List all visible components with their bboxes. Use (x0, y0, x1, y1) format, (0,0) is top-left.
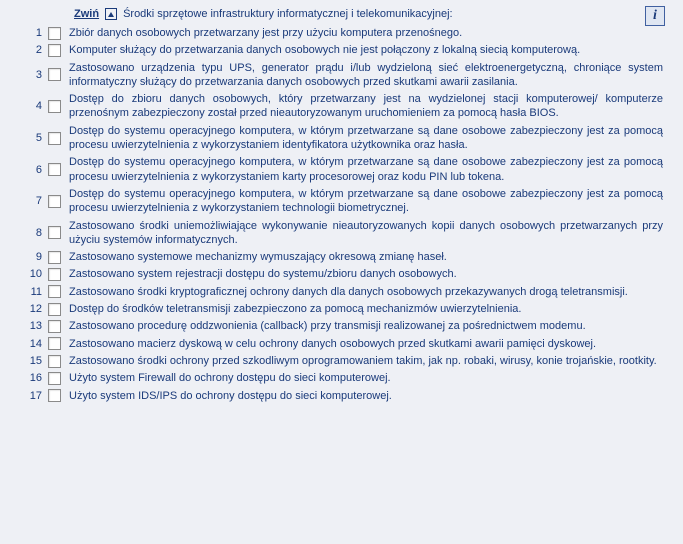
item-number: 14 (14, 337, 48, 351)
item-number: 1 (14, 26, 48, 40)
item-text: Zastosowano procedurę oddzwonienia (call… (69, 319, 669, 333)
item-checkbox[interactable] (48, 226, 61, 239)
list-item: 3 Zastosowano urządzenia typu UPS, genera… (14, 61, 669, 90)
list-item: 1 Zbiór danych osobowych przetwarzany jes… (14, 26, 669, 40)
item-checkbox[interactable] (48, 285, 61, 298)
item-checkbox[interactable] (48, 389, 61, 402)
list-item: 17 Użyto system IDS/IPS do ochrony dostęp… (14, 389, 669, 403)
item-text: Dostęp do środków teletransmisji zabezpi… (69, 302, 669, 316)
item-checkbox[interactable] (48, 68, 61, 81)
item-text: Zbiór danych osobowych przetwarzany jest… (69, 26, 669, 40)
item-number: 12 (14, 302, 48, 316)
list-item: 4 Dostęp do zbioru danych osobowych, któr… (14, 92, 669, 121)
item-number: 16 (14, 371, 48, 385)
list-item: 11 Zastosowano środki kryptograficznej oc… (14, 285, 669, 299)
item-checkbox[interactable] (48, 320, 61, 333)
list-item: 5 Dostęp do systemu operacyjnego komputer… (14, 124, 669, 153)
item-number: 6 (14, 163, 48, 177)
list-item: 13 Zastosowano procedurę oddzwonienia (ca… (14, 319, 669, 333)
item-number: 5 (14, 131, 48, 145)
item-number: 17 (14, 389, 48, 403)
item-text: Dostęp do systemu operacyjnego komputera… (69, 155, 669, 184)
item-checkbox[interactable] (48, 27, 61, 40)
item-text: Zastosowano system rejestracji dostępu d… (69, 267, 669, 281)
item-checkbox[interactable] (48, 251, 61, 264)
list-item: 7 Dostęp do systemu operacyjnego komputer… (14, 187, 669, 216)
item-checkbox[interactable] (48, 337, 61, 350)
item-text: Zastosowano systemowe mechanizmy wymusza… (69, 250, 669, 264)
list-item: 12 Dostęp do środków teletransmisji zabez… (14, 302, 669, 316)
list-item: 2 Komputer służący do przetwarzania danyc… (14, 43, 669, 57)
item-number: 13 (14, 319, 48, 333)
item-checkbox[interactable] (48, 303, 61, 316)
item-number: 9 (14, 250, 48, 264)
list-item: 14 Zastosowano macierz dyskową w celu och… (14, 337, 669, 351)
item-number: 3 (14, 68, 48, 82)
list-item: 6 Dostęp do systemu operacyjnego komputer… (14, 155, 669, 184)
item-checkbox[interactable] (48, 195, 61, 208)
item-text: Zastosowano macierz dyskową w celu ochro… (69, 337, 669, 351)
item-checkbox[interactable] (48, 163, 61, 176)
section-header: Zwiń Środki sprzętowe infrastruktury inf… (14, 8, 669, 20)
item-number: 4 (14, 99, 48, 113)
list-item: 8 Zastosowano środki uniemożliwiające wyk… (14, 219, 669, 248)
list-item: 16 Użyto system Firewall do ochrony dostę… (14, 371, 669, 385)
item-text: Zastosowano środki uniemożliwiające wyko… (69, 219, 669, 248)
item-checkbox[interactable] (48, 44, 61, 57)
collapse-link[interactable]: Zwiń (74, 8, 99, 20)
item-text: Komputer służący do przetwarzania danych… (69, 43, 669, 57)
item-text: Zastosowano środki ochrony przed szkodli… (69, 354, 669, 368)
item-text: Dostęp do systemu operacyjnego komputera… (69, 124, 669, 153)
list-item: 9 Zastosowano systemowe mechanizmy wymusz… (14, 250, 669, 264)
collapse-up-icon[interactable] (105, 8, 117, 20)
item-text: Dostęp do systemu operacyjnego komputera… (69, 187, 669, 216)
item-number: 7 (14, 194, 48, 208)
list-item: 10 Zastosowano system rejestracji dostępu… (14, 267, 669, 281)
info-icon[interactable]: i (645, 6, 665, 26)
item-text: Użyto system Firewall do ochrony dostępu… (69, 371, 669, 385)
item-number: 15 (14, 354, 48, 368)
item-text: Zastosowano środki kryptograficznej ochr… (69, 285, 669, 299)
items-list: 1 Zbiór danych osobowych przetwarzany jes… (14, 26, 669, 403)
item-checkbox[interactable] (48, 355, 61, 368)
form-container: Zwiń Środki sprzętowe infrastruktury inf… (0, 0, 683, 413)
item-number: 10 (14, 267, 48, 281)
item-text: Dostęp do zbioru danych osobowych, który… (69, 92, 669, 121)
item-number: 2 (14, 43, 48, 57)
item-checkbox[interactable] (48, 372, 61, 385)
item-text: Zastosowano urządzenia typu UPS, generat… (69, 61, 669, 90)
item-checkbox[interactable] (48, 132, 61, 145)
item-number: 8 (14, 226, 48, 240)
item-text: Użyto system IDS/IPS do ochrony dostępu … (69, 389, 669, 403)
section-title: Środki sprzętowe infrastruktury informat… (123, 8, 453, 20)
item-number: 11 (14, 285, 48, 299)
list-item: 15 Zastosowano środki ochrony przed szkod… (14, 354, 669, 368)
item-checkbox[interactable] (48, 100, 61, 113)
item-checkbox[interactable] (48, 268, 61, 281)
